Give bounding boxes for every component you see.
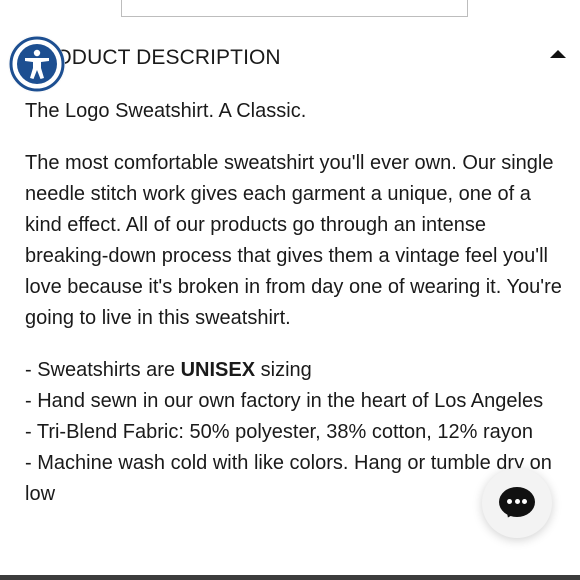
list-item-emphasis: UNISEX: [180, 359, 256, 381]
list-item: - Hand sewn in our own factory in the he…: [25, 390, 544, 412]
product-tagline: The Logo Sweatshirt. A Classic.: [25, 100, 307, 122]
list-item: - Tri-Blend Fabric: 50% polyester, 38% c…: [25, 421, 534, 443]
chat-button[interactable]: [482, 468, 552, 538]
list-item-prefix: - Sweatshirts are: [25, 359, 181, 381]
product-page: PRODUCT DESCRIPTION The Logo Sweatshirt.…: [0, 0, 580, 580]
chat-dots: [507, 499, 527, 505]
product-feature-list: - Sweatshirts are UNISEX sizing - Hand s…: [25, 355, 565, 510]
product-description-header[interactable]: PRODUCT DESCRIPTION: [0, 40, 580, 76]
bottom-divider: [0, 575, 580, 580]
caret-up-icon[interactable]: [550, 50, 566, 58]
list-item-suffix: sizing: [255, 359, 312, 381]
list-item: - Sweatshirts are UNISEX sizing: [25, 355, 565, 386]
size-selector-box[interactable]: [121, 0, 468, 17]
accessibility-icon[interactable]: [9, 36, 65, 92]
product-description-content: The Logo Sweatshirt. A Classic. The most…: [25, 96, 565, 510]
product-body-text: The most comfortable sweatshirt you'll e…: [25, 152, 562, 329]
